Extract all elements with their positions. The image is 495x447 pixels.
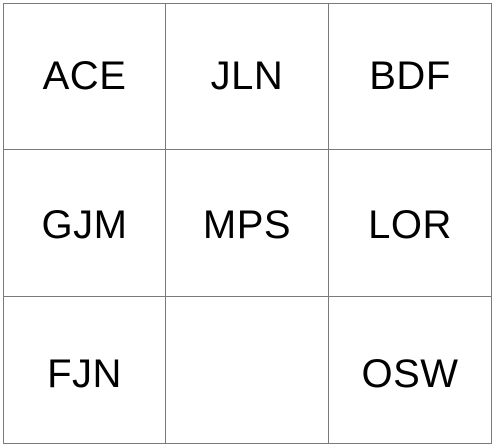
grid-cell-r3c3: OSW	[329, 297, 491, 443]
grid-cell-r2c3: LOR	[329, 150, 491, 297]
grid-cell-r1c2: JLN	[166, 4, 329, 150]
grid-cell-r2c1: GJM	[4, 150, 166, 297]
grid-cell-r1c1: ACE	[4, 4, 166, 150]
cell-label: JLN	[210, 54, 284, 98]
grid-cell-r2c2: MPS	[166, 150, 329, 297]
grid-cell-r3c1: FJN	[4, 297, 166, 443]
grid-cell-r1c3: BDF	[329, 4, 491, 150]
letter-grid: ACE JLN BDF GJM MPS LOR FJN OSW	[3, 3, 492, 444]
cell-label: OSW	[361, 351, 459, 396]
cell-label: GJM	[41, 202, 128, 247]
cell-label: ACE	[42, 54, 127, 98]
cell-label: MPS	[202, 202, 292, 247]
cell-label: BDF	[369, 54, 451, 98]
cell-label: FJN	[47, 351, 122, 396]
grid-cell-r3c2-empty	[166, 297, 329, 443]
cell-label: LOR	[368, 202, 452, 247]
